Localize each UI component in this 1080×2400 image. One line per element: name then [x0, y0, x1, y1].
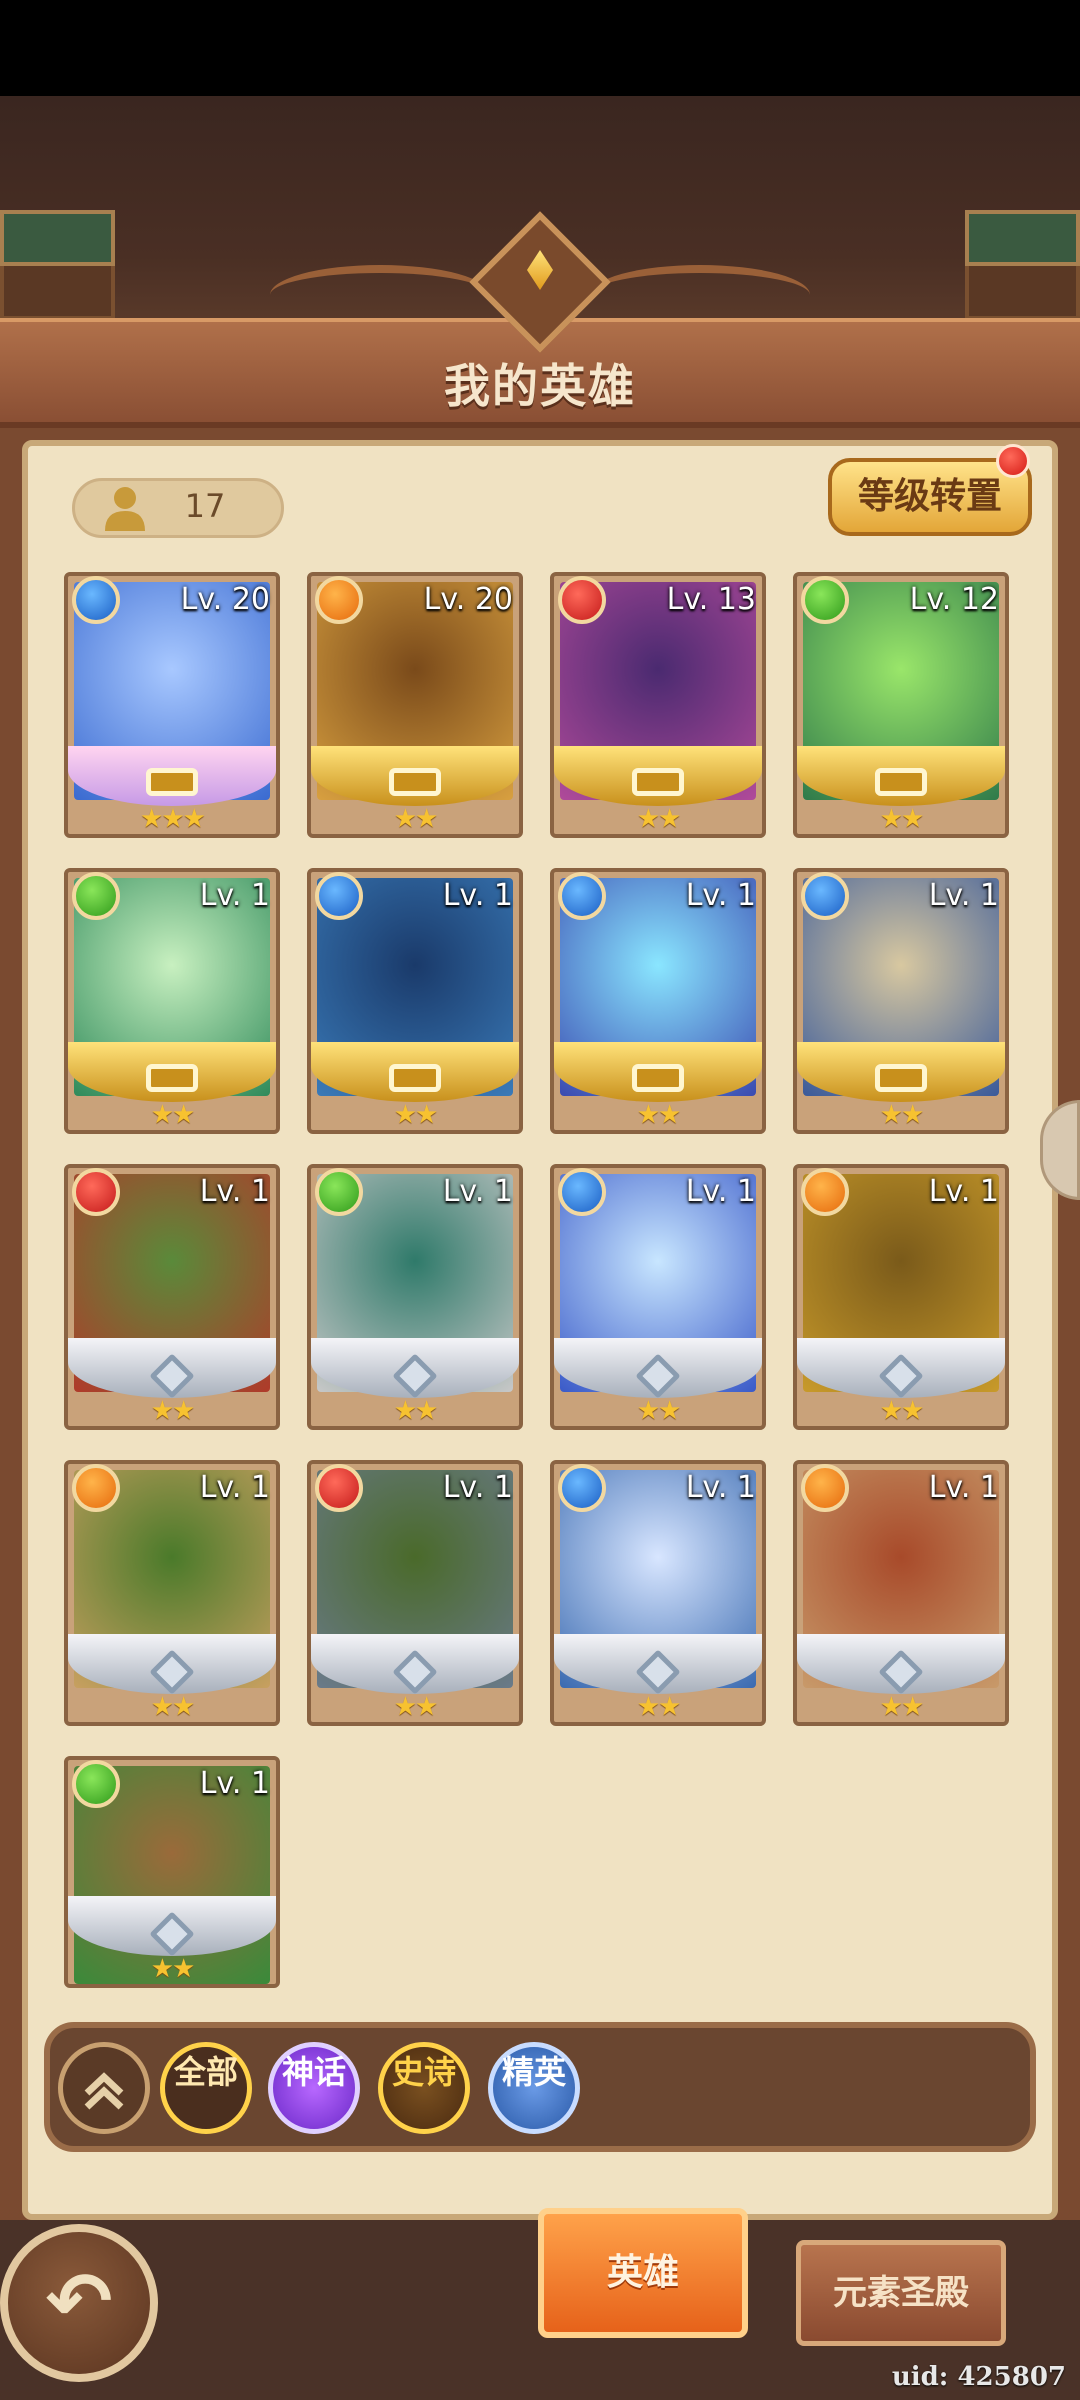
wind-element-icon	[72, 872, 120, 920]
star-rating: ★★	[879, 804, 925, 834]
fire-element-icon	[315, 576, 363, 624]
hero-card[interactable]: Lv. 1 ★★	[307, 868, 523, 1134]
hero-level: Lv. 1	[199, 878, 270, 913]
hero-card[interactable]: Lv. 1 ★★	[793, 1164, 1009, 1430]
hero-level: Lv. 1	[199, 1174, 270, 1209]
hero-level: Lv. 12	[909, 582, 999, 617]
rank-emblem-icon	[632, 768, 684, 796]
rank-emblem-icon	[146, 768, 198, 796]
hero-card[interactable]: Lv. 1 ★★	[307, 1164, 523, 1430]
star-rating: ★★	[636, 1100, 682, 1130]
double-chevron-up-icon	[84, 2072, 124, 2110]
hero-card[interactable]: Lv. 1 ★★	[550, 868, 766, 1134]
left-pillar-ornament	[0, 210, 115, 320]
filter-all-button[interactable]: 全部	[160, 2042, 252, 2134]
star-rating: ★★★	[140, 804, 206, 834]
hero-count: 17	[184, 487, 226, 525]
hero-card[interactable]: Lv. 13 ★★	[550, 572, 766, 838]
hero-level: Lv. 1	[442, 878, 513, 913]
hero-card[interactable]: Lv. 1 ★★	[307, 1460, 523, 1726]
hero-card[interactable]: Lv. 20 ★★	[307, 572, 523, 838]
rank-emblem-icon	[146, 1064, 198, 1092]
hero-card[interactable]: Lv. 1 ★★	[550, 1460, 766, 1726]
hero-level: Lv. 1	[199, 1766, 270, 1801]
person-icon	[105, 487, 145, 531]
star-rating: ★★	[150, 1100, 196, 1130]
hero-card[interactable]: Lv. 12 ★★	[793, 572, 1009, 838]
water-element-icon	[558, 1464, 606, 1512]
star-rating: ★★	[150, 1396, 196, 1426]
water-element-icon	[315, 872, 363, 920]
blood-element-icon	[315, 1464, 363, 1512]
hero-level: Lv. 1	[199, 1470, 270, 1505]
hero-level: Lv. 20	[423, 582, 513, 617]
status-bar	[0, 0, 1080, 96]
filter-epic-button[interactable]: 史诗	[378, 2042, 470, 2134]
rank-emblem-icon	[632, 1064, 684, 1092]
star-rating: ★★	[150, 1954, 196, 1984]
hero-card[interactable]: Lv. 1 ★★	[64, 868, 280, 1134]
water-element-icon	[558, 872, 606, 920]
crest-wing-right	[590, 265, 810, 325]
star-rating: ★★	[393, 1692, 439, 1722]
hero-card[interactable]: Lv. 1 ★★	[64, 1460, 280, 1726]
star-rating: ★★	[393, 1100, 439, 1130]
wind-element-icon	[801, 576, 849, 624]
star-rating: ★★	[636, 804, 682, 834]
hero-level: Lv. 1	[442, 1174, 513, 1209]
hero-level: Lv. 1	[442, 1470, 513, 1505]
hero-level: Lv. 1	[928, 1470, 999, 1505]
back-arrow-icon: ↶	[45, 2255, 113, 2348]
hero-card[interactable]: Lv. 20 ★★★	[64, 572, 280, 838]
filter-myth-button[interactable]: 神话	[268, 2042, 360, 2134]
fire-element-icon	[801, 1464, 849, 1512]
fire-element-icon	[72, 1464, 120, 1512]
fire-element-icon	[801, 1168, 849, 1216]
page-title: 我的英雄	[444, 359, 636, 413]
hero-level: Lv. 13	[666, 582, 756, 617]
back-button[interactable]: ↶	[0, 2224, 158, 2382]
hero-card[interactable]: Lv. 1 ★★	[550, 1164, 766, 1430]
star-rating: ★★	[636, 1692, 682, 1722]
hero-card[interactable]: Lv. 1 ★★	[64, 1164, 280, 1430]
water-element-icon	[558, 1168, 606, 1216]
star-rating: ★★	[879, 1100, 925, 1130]
rank-emblem-icon	[389, 1064, 441, 1092]
blood-element-icon	[558, 576, 606, 624]
uid-label: uid: 425807	[891, 2362, 1066, 2392]
hero-card[interactable]: Lv. 1 ★★	[793, 1460, 1009, 1726]
rank-emblem-icon	[875, 768, 927, 796]
star-rating: ★★	[879, 1396, 925, 1426]
hero-level: Lv. 1	[928, 1174, 999, 1209]
filter-elite-button[interactable]: 精英	[488, 2042, 580, 2134]
hero-level: Lv. 1	[685, 1470, 756, 1505]
star-rating: ★★	[150, 1692, 196, 1722]
hero-card[interactable]: Lv. 1 ★★	[793, 868, 1009, 1134]
wind-element-icon	[315, 1168, 363, 1216]
hero-level: Lv. 1	[928, 878, 999, 913]
hero-level: Lv. 1	[685, 1174, 756, 1209]
blood-element-icon	[72, 1168, 120, 1216]
water-element-icon	[72, 576, 120, 624]
star-rating: ★★	[393, 1396, 439, 1426]
collapse-filter-button[interactable]	[58, 2042, 150, 2134]
star-rating: ★★	[879, 1692, 925, 1722]
star-rating: ★★	[393, 804, 439, 834]
tab-element-temple[interactable]: 元素圣殿	[796, 2240, 1006, 2346]
rank-emblem-icon	[389, 768, 441, 796]
tab-hero[interactable]: 英雄	[538, 2208, 748, 2338]
rank-emblem-icon	[875, 1064, 927, 1092]
hero-card[interactable]: Lv. 1 ★★	[64, 1756, 280, 1988]
hero-level: Lv. 1	[685, 878, 756, 913]
right-pillar-ornament	[965, 210, 1080, 320]
wind-element-icon	[72, 1760, 120, 1808]
crest-wing-left	[270, 265, 490, 325]
water-element-icon	[801, 872, 849, 920]
hero-level: Lv. 20	[180, 582, 270, 617]
notification-dot	[996, 444, 1030, 478]
star-rating: ★★	[636, 1396, 682, 1426]
